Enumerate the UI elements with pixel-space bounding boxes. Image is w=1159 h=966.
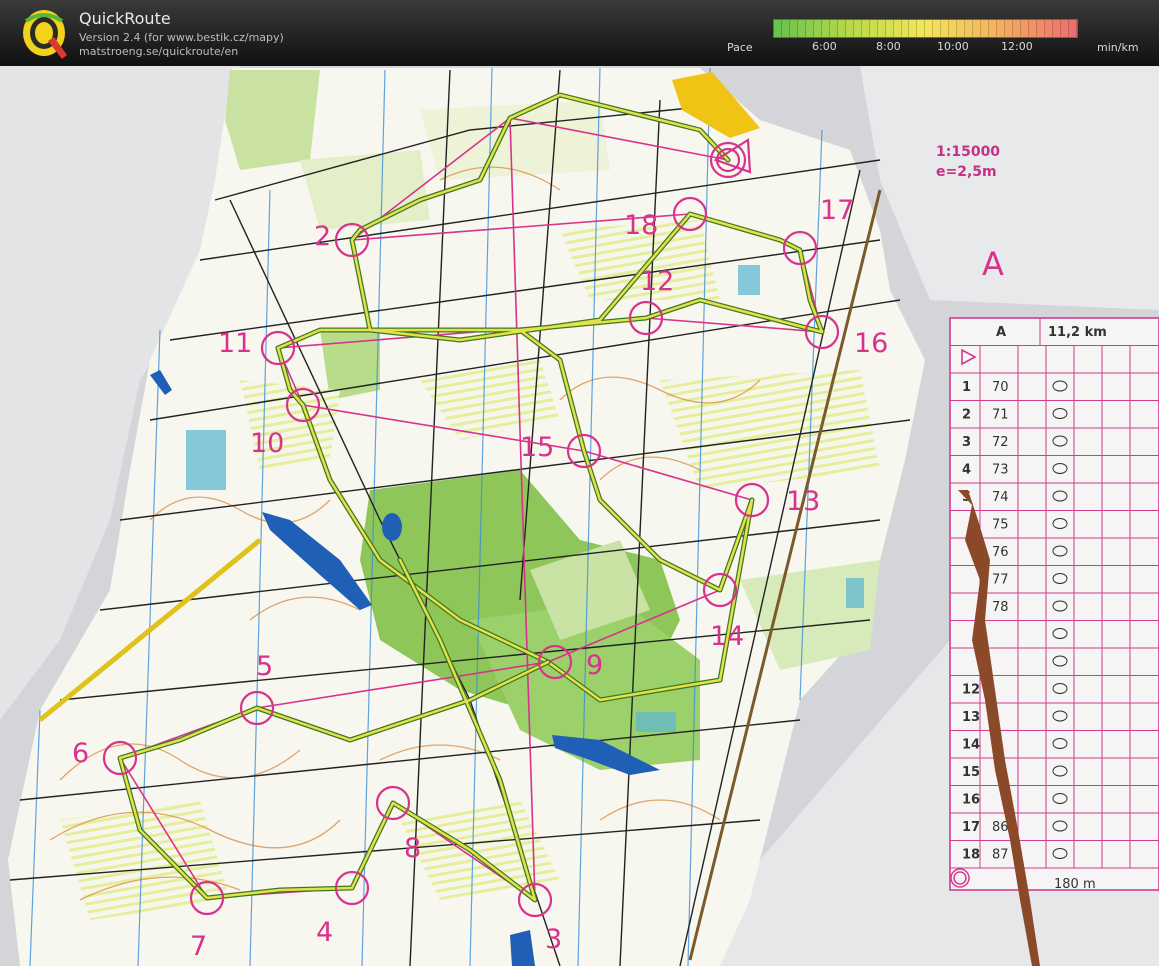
- control-number: 4: [316, 917, 333, 948]
- control-number: 2: [314, 221, 331, 252]
- pace-scale-cell: [981, 20, 990, 37]
- description-control-code: 74: [992, 490, 1009, 505]
- pace-scale-cell: [1052, 20, 1061, 37]
- description-length: 11,2 km: [1048, 325, 1107, 340]
- pace-scale-cell: [1060, 20, 1069, 37]
- app-title: QuickRoute: [79, 9, 171, 28]
- pace-tick: 12:00: [1001, 40, 1033, 53]
- pace-tick: 10:00: [937, 40, 969, 53]
- description-class: A: [996, 325, 1006, 340]
- pace-scale-cell: [1005, 20, 1014, 37]
- pace-scale-cell: [957, 20, 966, 37]
- control-number: 12: [640, 266, 674, 297]
- description-control-code: 76: [992, 545, 1009, 560]
- description-row-number: 12: [962, 683, 980, 698]
- control-number: 3: [545, 924, 562, 955]
- control-number: 7: [190, 931, 207, 962]
- description-control-code: 78: [992, 600, 1009, 615]
- pace-scale-cell: [774, 20, 782, 37]
- description-row-number: 13: [962, 710, 980, 725]
- class-letter: A: [982, 245, 1004, 283]
- version-text: Version 2.4 (for www.bestik.cz/mapy): [79, 31, 284, 44]
- pace-scale-cell: [853, 20, 862, 37]
- description-control-code: 77: [992, 573, 1009, 588]
- control-number: 13: [786, 486, 820, 517]
- description-row-number: 14: [962, 738, 980, 753]
- pace-scale-cell: [821, 20, 830, 37]
- pace-color-scale: [773, 19, 1078, 38]
- pace-scale-cell: [941, 20, 950, 37]
- pace-scale-cell: [813, 20, 822, 37]
- pace-tick: 8:00: [876, 40, 901, 53]
- pace-scale-cell: [805, 20, 814, 37]
- pace-scale-cell: [1029, 20, 1037, 37]
- pace-scale-cell: [861, 20, 870, 37]
- pace-scale-cell: [925, 20, 934, 37]
- description-control-code: 70: [992, 380, 1009, 395]
- description-row-number: 17: [962, 820, 980, 835]
- description-control-code: 86: [992, 820, 1009, 835]
- description-control-code: 75: [992, 518, 1009, 533]
- pace-scale-cell: [869, 20, 878, 37]
- description-row-number: 2: [962, 408, 971, 423]
- pace-scale-cell: [1013, 20, 1022, 37]
- description-row-number: 1: [962, 380, 971, 395]
- pace-scale-cell: [781, 20, 790, 37]
- pace-scale-cell: [909, 20, 918, 37]
- control-number: 11: [218, 328, 252, 359]
- quickroute-logo-icon: [23, 10, 67, 59]
- scale-label: 1:15000: [936, 144, 1000, 160]
- description-row-number: 4: [962, 463, 971, 478]
- control-number: 8: [404, 833, 421, 864]
- pace-scale-cell: [1036, 20, 1045, 37]
- control-number: 18: [624, 210, 658, 241]
- description-row-number: 15: [962, 765, 980, 780]
- control-number: 5: [256, 651, 273, 682]
- description-row-number: 16: [962, 793, 980, 808]
- pace-scale-cell: [845, 20, 854, 37]
- header-bar: QuickRoute Version 2.4 (for www.bestik.c…: [0, 0, 1159, 66]
- control-number: 10: [250, 428, 284, 459]
- pace-scale-cell: [797, 20, 806, 37]
- pace-scale-cell: [989, 20, 998, 37]
- description-control-code: 73: [992, 463, 1009, 478]
- pace-unit: min/km: [1097, 41, 1139, 54]
- control-number: 15: [520, 432, 554, 463]
- pace-scale-cell: [901, 20, 910, 37]
- description-control-code: 72: [992, 435, 1009, 450]
- pace-scale-cell: [1044, 20, 1053, 37]
- pace-scale-cell: [973, 20, 982, 37]
- description-control-code: 87: [992, 848, 1009, 863]
- pace-scale-cell: [885, 20, 894, 37]
- pace-tick: 6:00: [812, 40, 837, 53]
- pace-scale-cell: [837, 20, 846, 37]
- control-number: 17: [820, 195, 854, 226]
- control-number: 9: [586, 650, 603, 681]
- description-row-number: 18: [962, 848, 980, 863]
- pace-scale-cell: [997, 20, 1006, 37]
- control-number: 16: [854, 328, 888, 359]
- pace-scale-cell: [893, 20, 902, 37]
- pace-scale-cell: [789, 20, 798, 37]
- control-number: 14: [710, 621, 744, 652]
- pace-scale-cell: [965, 20, 974, 37]
- pace-scale-cell: [917, 20, 926, 37]
- url-text: matstroeng.se/quickroute/en: [79, 45, 239, 58]
- orienteering-map[interactable]: 23456789101112131415161718 1:15000 e=2,5…: [0, 66, 1159, 966]
- pace-scale-cell: [877, 20, 886, 37]
- pace-scale-cell: [949, 20, 958, 37]
- control-number: 6: [72, 738, 89, 769]
- pace-scale-cell: [1021, 20, 1029, 37]
- description-control-code: 71: [992, 408, 1009, 423]
- equidistance-label: e=2,5m: [936, 164, 997, 180]
- pace-label: Pace: [727, 41, 753, 54]
- pace-scale-cell: [933, 20, 942, 37]
- pace-scale-cell: [829, 20, 838, 37]
- pace-scale-cell: [1068, 20, 1077, 37]
- finish-distance: 180 m: [1054, 877, 1096, 892]
- description-row-number: 3: [962, 435, 971, 450]
